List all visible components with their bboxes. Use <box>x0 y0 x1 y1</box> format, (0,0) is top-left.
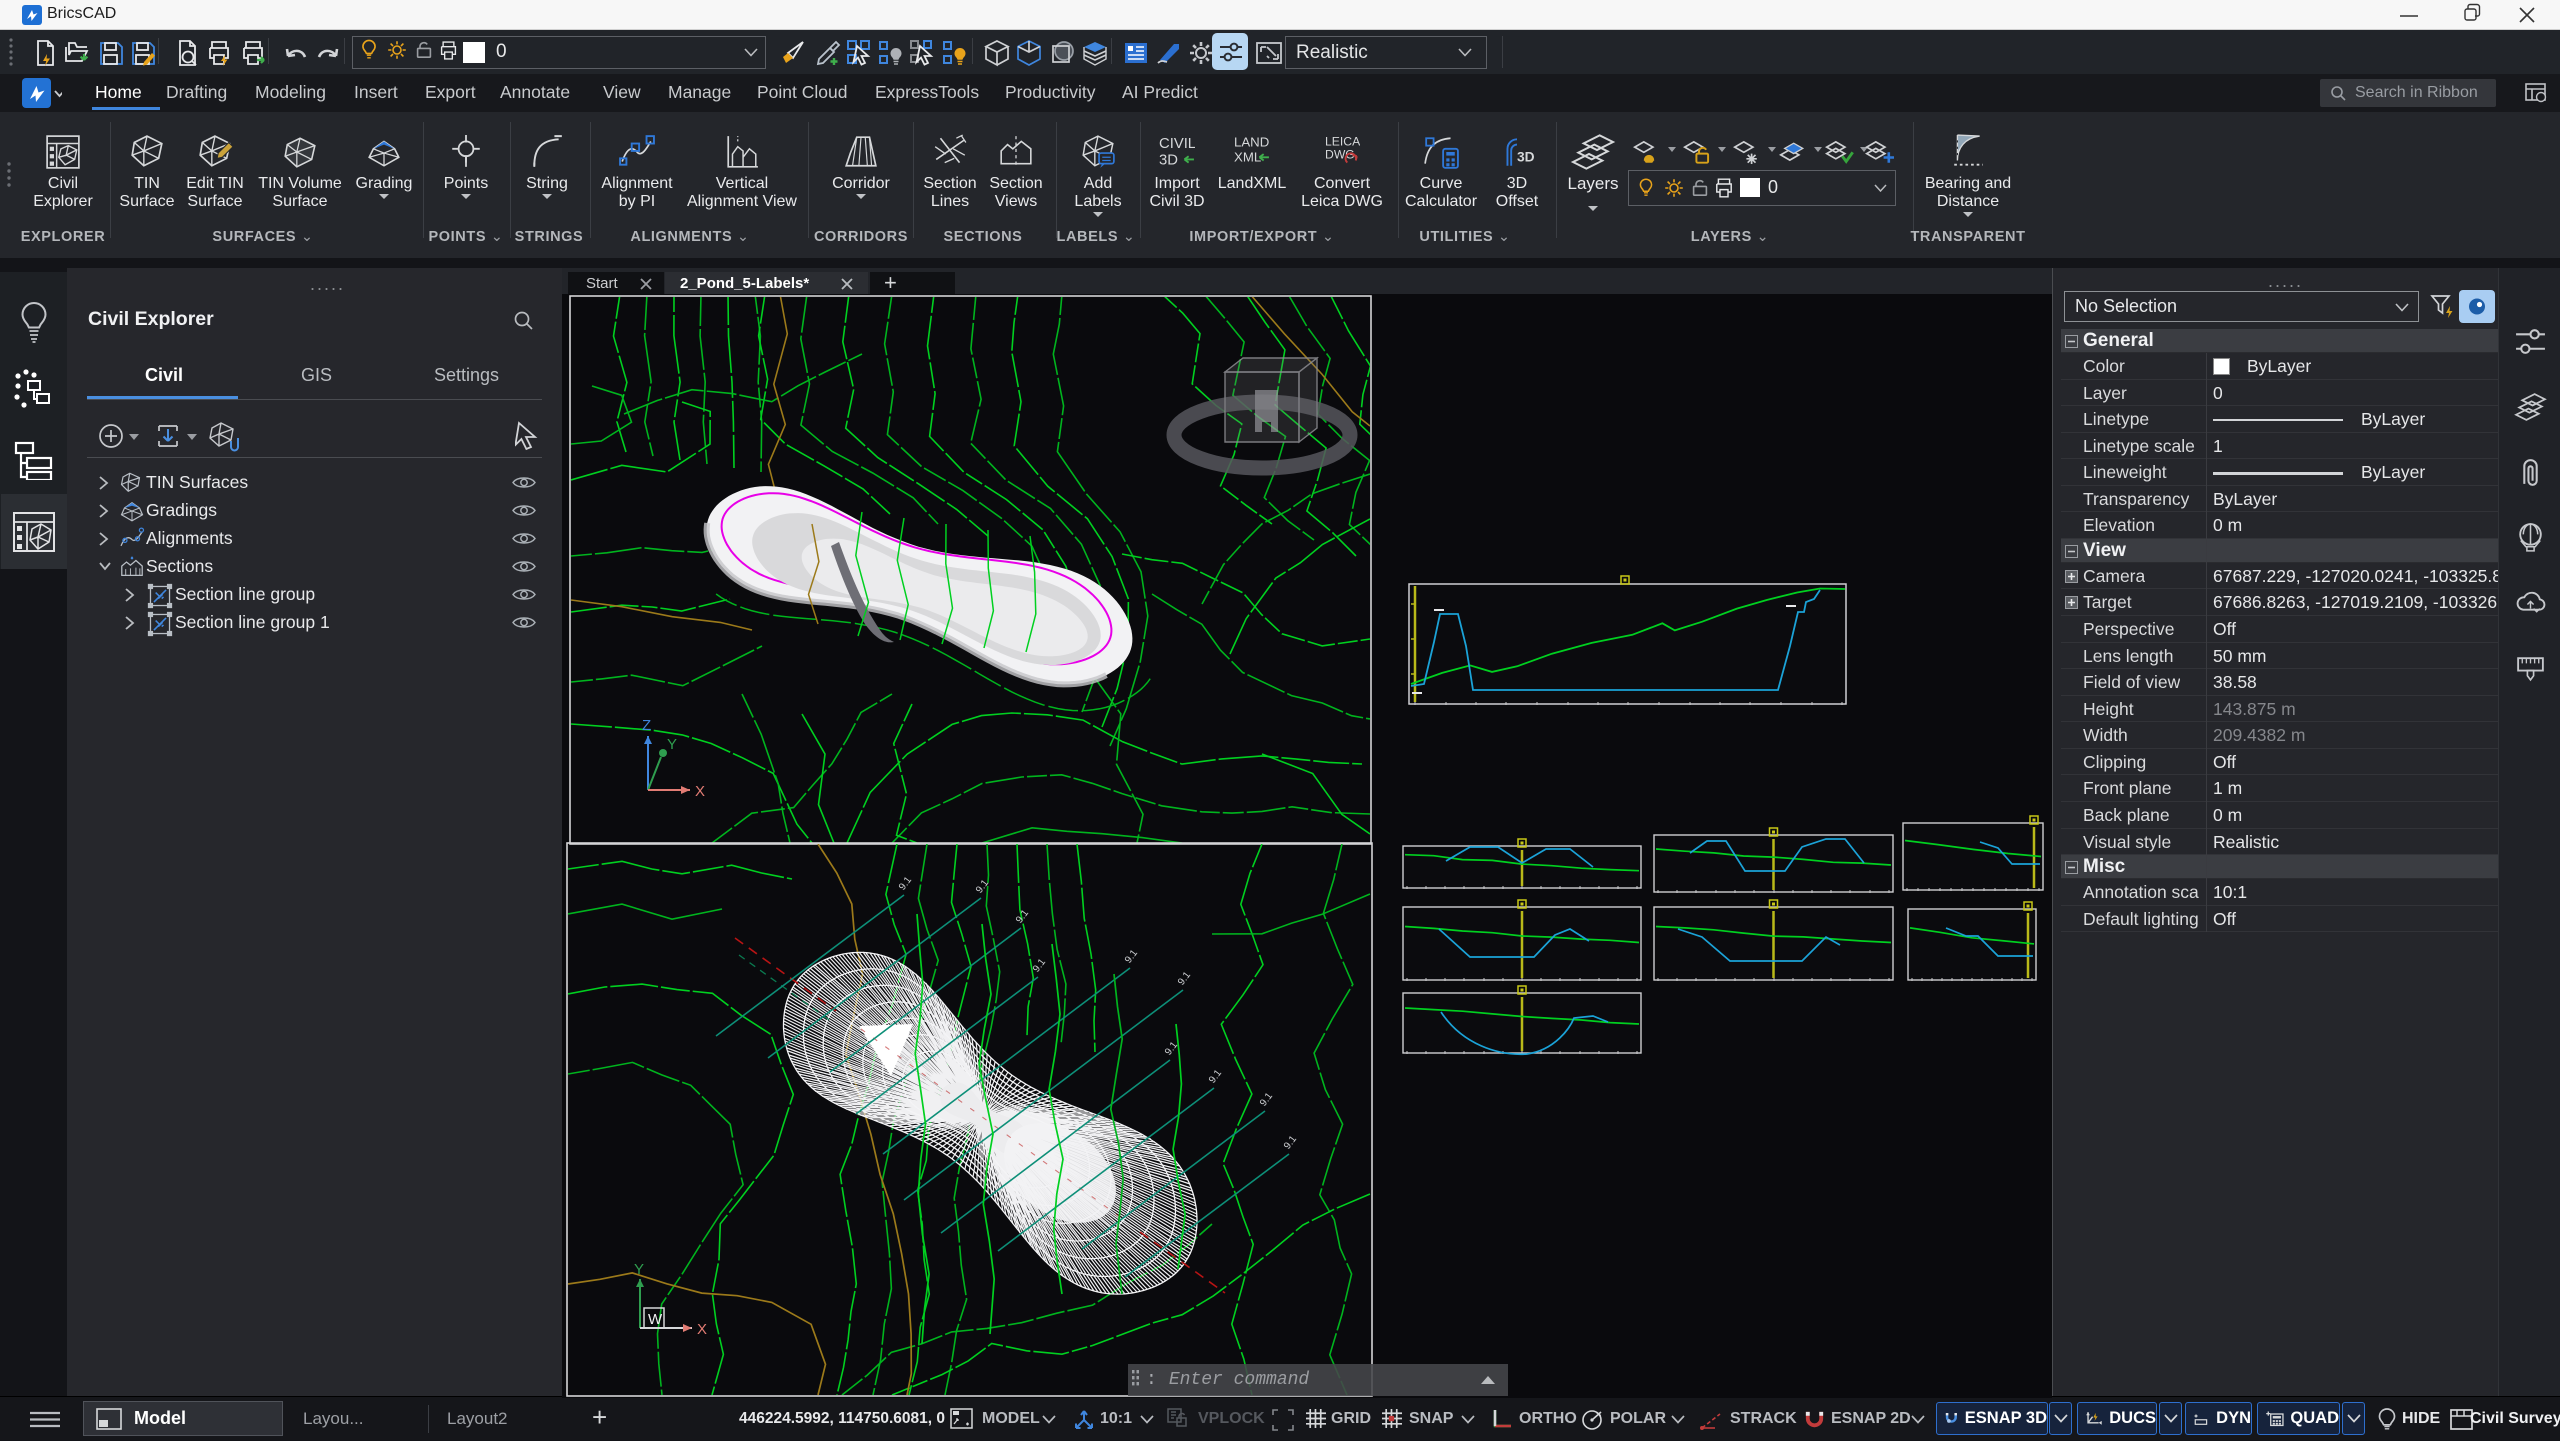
svg-text:Y: Y <box>667 736 677 753</box>
svg-text:3D: 3D <box>1517 150 1535 165</box>
svg-text:X: X <box>695 783 705 800</box>
svg-text:3D: 3D <box>1159 153 1178 169</box>
svg-text:X: X <box>697 1321 707 1338</box>
svg-text:Z: Z <box>642 717 651 734</box>
svg-text:XML: XML <box>1234 150 1261 165</box>
svg-text:LAND: LAND <box>1234 135 1269 150</box>
svg-text:W: W <box>648 1311 663 1328</box>
svg-text:DWG: DWG <box>1325 147 1355 161</box>
svg-text:CIVIL: CIVIL <box>1159 136 1195 152</box>
svg-text:Y: Y <box>634 1261 644 1278</box>
